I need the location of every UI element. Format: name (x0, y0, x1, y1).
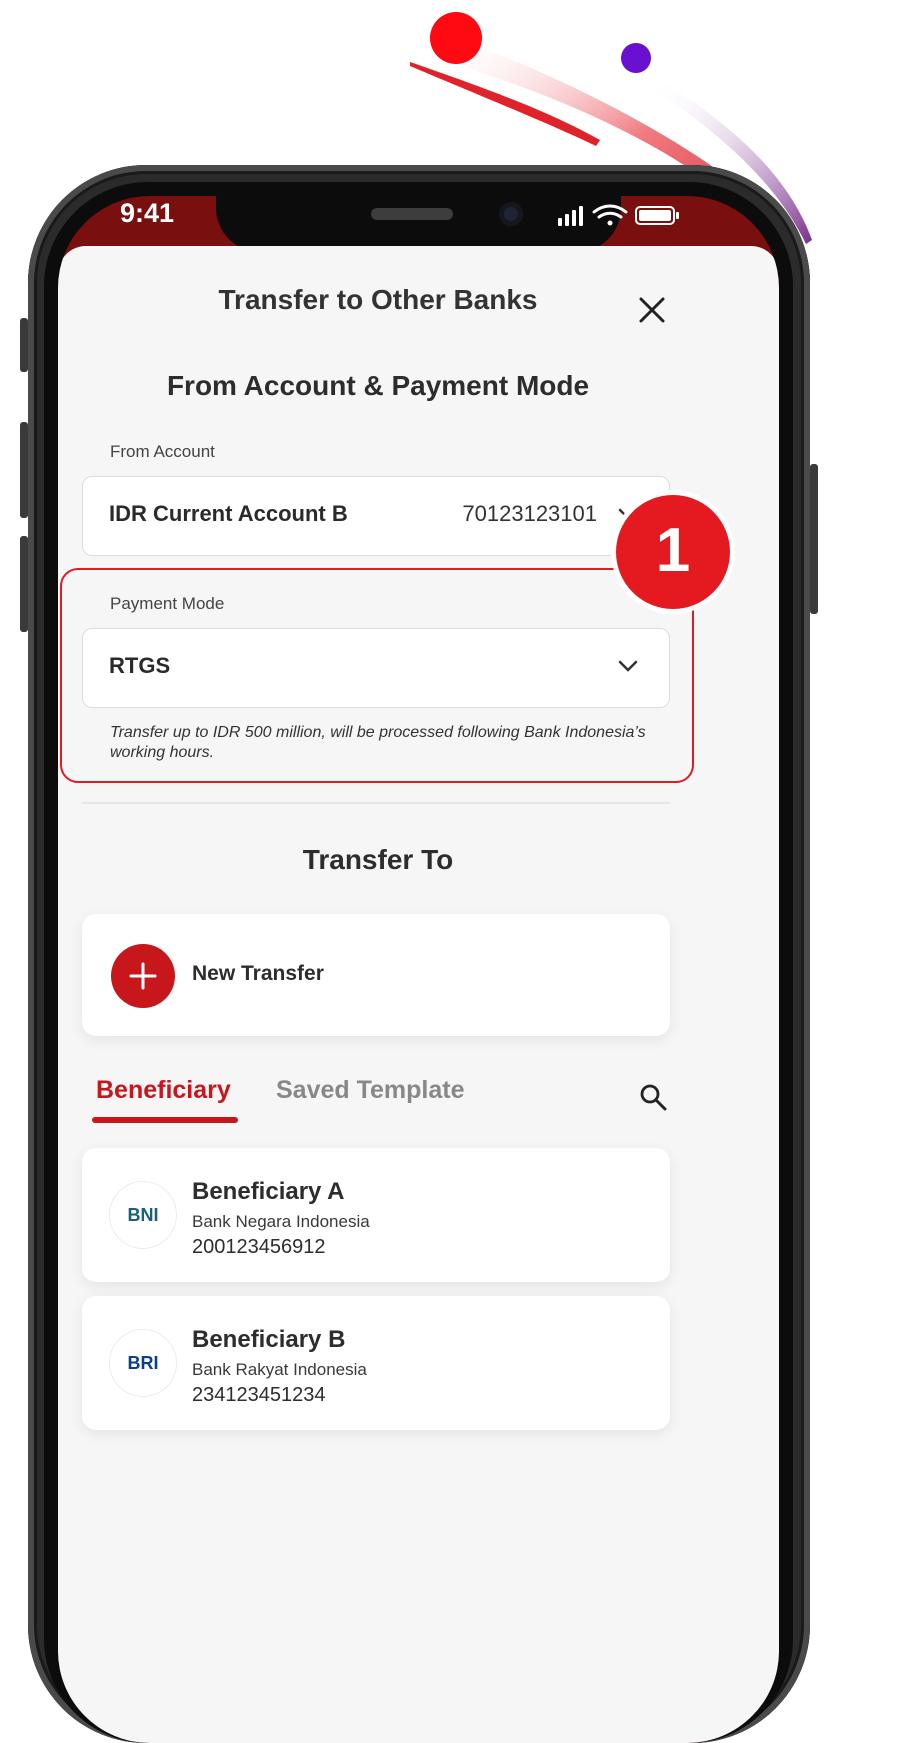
beneficiary-bank: Bank Negara Indonesia (192, 1212, 370, 1231)
bni-logo: BNI (110, 1182, 176, 1248)
beneficiary-account: 234123451234 (192, 1384, 326, 1406)
phone-volume-up-button (20, 422, 28, 518)
beneficiary-item[interactable]: BNI Beneficiary A Bank Negara Indonesia … (82, 1148, 670, 1282)
transfer-to-heading: Transfer To (302, 844, 454, 875)
payment-mode-label: Payment Mode (110, 594, 225, 613)
payment-mode-value: RTGS (109, 653, 171, 678)
beneficiary-item[interactable]: BRI Beneficiary B Bank Rakyat Indonesia … (82, 1296, 670, 1430)
bni-logo-text: BNI (127, 1205, 159, 1225)
phone-side-button (20, 318, 28, 372)
status-time: 9:41 (120, 198, 175, 228)
search-icon[interactable] (638, 1082, 668, 1112)
battery-icon (635, 206, 679, 225)
page-title: Transfer to Other Banks (218, 284, 538, 315)
phone-screen: 9:41 Transfer to Other Banks From Accoun… (58, 196, 779, 1743)
payment-mode-note: Transfer up to IDR 500 million, will be … (110, 724, 646, 761)
step-badge: 1 (611, 490, 735, 614)
bri-logo: BRI (110, 1330, 176, 1396)
section-divider (82, 802, 670, 804)
from-section-heading: From Account & Payment Mode (166, 370, 590, 401)
speaker (371, 208, 453, 220)
beneficiary-bank: Bank Rakyat Indonesia (192, 1360, 367, 1379)
wifi-icon (592, 204, 628, 226)
cellular-signal-icon (558, 206, 583, 226)
transfer-sheet: Transfer to Other Banks From Account & P… (58, 246, 779, 1743)
beneficiary-name: Beneficiary A (192, 1178, 345, 1205)
front-camera (499, 202, 523, 226)
chevron-down-icon (618, 660, 638, 672)
from-account-number: 70123123101 (462, 501, 597, 526)
tab-beneficiary[interactable]: Beneficiary (96, 1076, 231, 1105)
close-icon[interactable] (634, 292, 670, 328)
beneficiary-name: Beneficiary B (192, 1326, 346, 1353)
from-account-select[interactable]: IDR Current Account B 70123123101 (82, 476, 670, 556)
tab-saved-template[interactable]: Saved Template (276, 1076, 465, 1105)
new-transfer-button[interactable]: New Transfer (82, 914, 670, 1036)
from-account-name: IDR Current Account B (109, 501, 348, 526)
status-icons (558, 204, 679, 226)
payment-mode-select[interactable]: RTGS (82, 628, 670, 708)
active-tab-indicator (92, 1117, 238, 1123)
plus-icon (111, 944, 175, 1008)
new-transfer-label: New Transfer (192, 962, 324, 985)
from-account-label: From Account (110, 442, 215, 461)
beneficiary-account: 200123456912 (192, 1236, 326, 1258)
bri-logo-text: BRI (127, 1353, 159, 1373)
phone-power-button (810, 464, 818, 614)
phone-volume-down-button (20, 536, 28, 632)
step-number: 1 (655, 516, 691, 585)
